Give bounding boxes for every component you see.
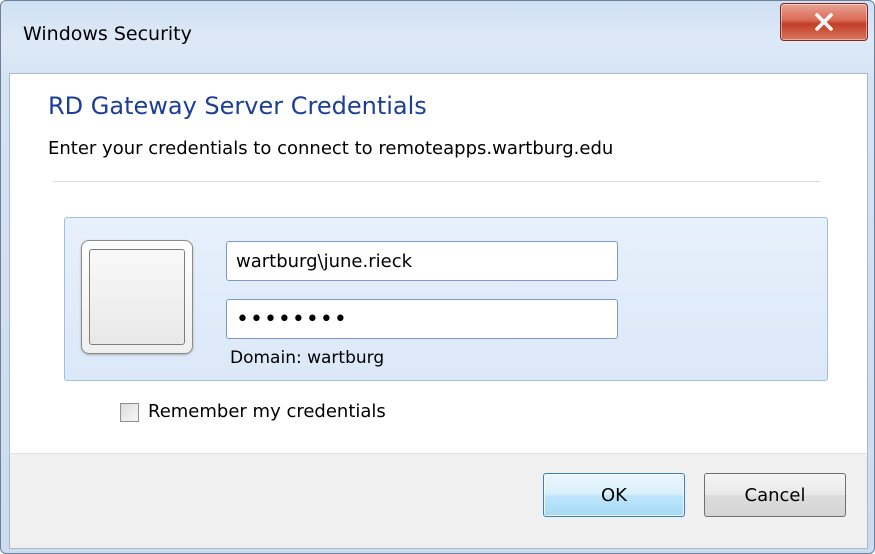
user-tile-icon: [81, 240, 193, 354]
dialog-subheading: Enter your credentials to connect to rem…: [48, 138, 614, 159]
dialog-heading: RD Gateway Server Credentials: [48, 92, 427, 120]
domain-label: Domain: wartburg: [230, 348, 385, 368]
close-icon: [815, 13, 833, 31]
password-field[interactable]: [226, 299, 618, 339]
cancel-button[interactable]: Cancel: [704, 473, 846, 517]
close-button[interactable]: [780, 3, 868, 41]
separator: [53, 181, 821, 182]
username-field[interactable]: [226, 241, 618, 281]
remember-credentials-label[interactable]: Remember my credentials: [148, 401, 386, 422]
user-tile-frame: [89, 249, 185, 345]
window-title: Windows Security: [23, 23, 192, 45]
title-bar[interactable]: Windows Security: [1, 1, 874, 73]
ok-button[interactable]: OK: [543, 473, 685, 517]
checkbox-icon[interactable]: [120, 403, 139, 422]
